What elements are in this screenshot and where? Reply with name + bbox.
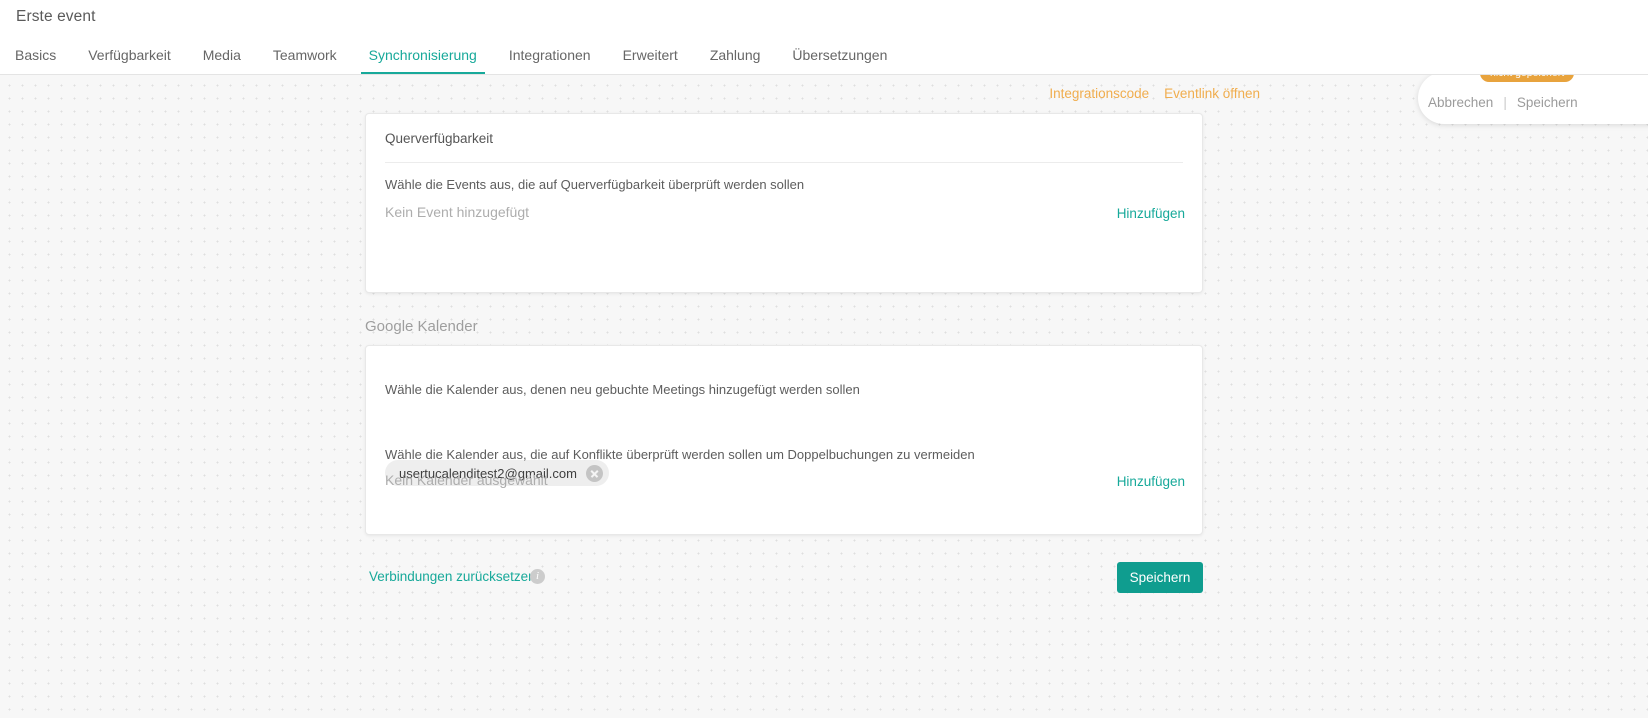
page-title: Erste event <box>16 8 96 25</box>
open-event-link[interactable]: Eventlink öffnen <box>1164 86 1260 101</box>
save-button[interactable]: Speichern <box>1117 562 1203 593</box>
tab-uebersetzungen[interactable]: Übersetzungen <box>776 48 903 74</box>
tab-integrationen[interactable]: Integrationen <box>493 48 607 74</box>
integration-code-link[interactable]: Integrationscode <box>1049 86 1149 101</box>
tab-synchronisierung[interactable]: Synchronisierung <box>353 48 493 74</box>
tab-verfuegbarkeit[interactable]: Verfügbarkeit <box>72 48 187 74</box>
unsaved-separator: | <box>1503 95 1507 110</box>
gcal-add-description: Wähle die Kalender aus, denen neu gebuch… <box>385 382 860 397</box>
tab-erweitert[interactable]: Erweitert <box>607 48 694 74</box>
unsaved-save-button[interactable]: Speichern <box>1517 95 1578 110</box>
google-calendar-card: Wähle die Kalender aus, denen neu gebuch… <box>365 345 1203 535</box>
card-divider <box>385 162 1183 163</box>
tab-zahlung[interactable]: Zahlung <box>694 48 777 74</box>
remove-calendar-icon[interactable] <box>585 464 603 482</box>
cross-availability-description: Wähle die Events aus, die auf Querverfüg… <box>385 177 805 192</box>
cross-availability-card: Querverfügbarkeit Wähle die Events aus, … <box>365 113 1203 293</box>
unsaved-actions: Abbrechen | Speichern <box>1428 95 1578 110</box>
cross-availability-add-link[interactable]: Hinzufügen <box>1117 206 1185 221</box>
cross-availability-empty-text: Kein Event hinzugefügt <box>385 204 529 220</box>
app-header: Erste event Basics Verfügbarkeit Media T… <box>0 0 1648 75</box>
gcal-add-link[interactable]: Hinzufügen <box>1117 474 1185 489</box>
tab-teamwork[interactable]: Teamwork <box>257 48 353 74</box>
reset-connections-link[interactable]: Verbindungen zurücksetzen <box>369 569 536 584</box>
google-calendar-section-label: Google Kalender <box>365 318 478 335</box>
content-canvas: Integrationscode Eventlink öffnen Querve… <box>0 75 1648 718</box>
gcal-empty-text: Kein Kalender ausgewählt <box>385 472 548 488</box>
tab-media[interactable]: Media <box>187 48 257 74</box>
unsaved-cancel-button[interactable]: Abbrechen <box>1428 95 1493 110</box>
tab-bar: Basics Verfügbarkeit Media Teamwork Sync… <box>0 36 903 74</box>
tab-basics[interactable]: Basics <box>0 48 72 74</box>
gcal-conflict-description: Wähle die Kalender aus, die auf Konflikt… <box>385 447 975 462</box>
quick-links: Integrationscode Eventlink öffnen <box>1049 86 1260 101</box>
cross-availability-heading: Querverfügbarkeit <box>385 131 494 146</box>
info-icon[interactable]: i <box>530 569 545 584</box>
unsaved-changes-panel: nicht gepeichert Abbrechen | Speichern <box>1418 64 1648 124</box>
